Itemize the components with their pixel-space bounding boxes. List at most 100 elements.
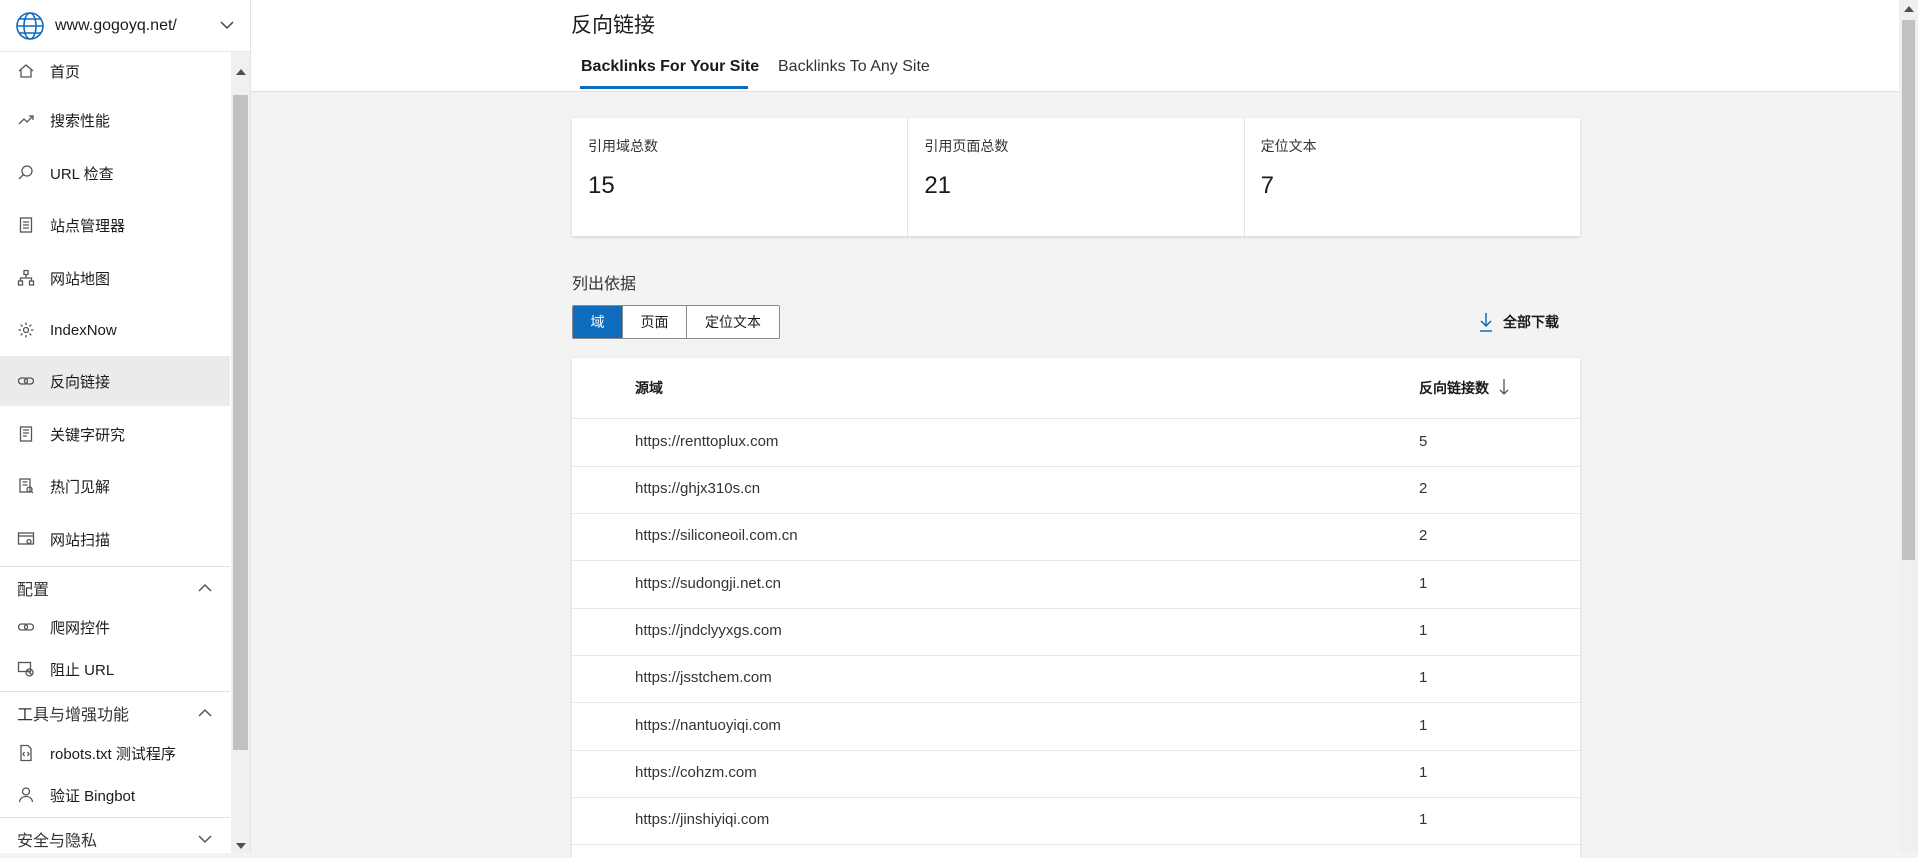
group-config[interactable]: 配置: [0, 567, 230, 609]
chevron-up-icon[interactable]: [196, 579, 214, 597]
list-by-page-button[interactable]: 页面: [623, 306, 687, 338]
download-all-button[interactable]: 全部下载: [1477, 311, 1559, 333]
list-by-anchor-text-button[interactable]: 定位文本: [687, 306, 779, 338]
table-row[interactable]: https://siliconeoil.com.cn 2: [572, 513, 1580, 561]
source-domain-cell: https://ghjx310s.cn: [635, 480, 761, 497]
backlink-count-cell: 2: [1419, 527, 1428, 544]
sidebar-item-recommendations[interactable]: 热门见解: [0, 461, 230, 511]
table-row[interactable]: https://nantuoyiqi.com 1: [572, 703, 1580, 751]
home-icon: [16, 61, 36, 81]
chevron-down-icon[interactable]: [218, 16, 236, 34]
backlink-count-cell: 1: [1419, 575, 1428, 592]
sidebar-item-backlinks[interactable]: 反向链接: [0, 356, 230, 406]
sidebar-item-label: IndexNow: [50, 321, 117, 339]
table-row[interactable]: https://cohzm.com 1: [572, 750, 1580, 798]
bot-icon: [16, 785, 36, 805]
sidebar-item-label: 搜索性能: [50, 112, 111, 130]
link-icon: [16, 371, 36, 391]
scrollbar-thumb[interactable]: [1902, 20, 1915, 560]
sidebar-item-label: 爬网控件: [50, 619, 111, 637]
sidebar-item-crawl-control[interactable]: 爬网控件: [0, 606, 230, 648]
nav-list: 首页 搜索性能 URL 检查 站点管理器 网站地图 IndexNow 反向链接 …: [0, 52, 230, 853]
sidebar-item-verify-bingbot[interactable]: 验证 Bingbot: [0, 774, 230, 816]
download-all-label: 全部下载: [1503, 314, 1559, 330]
group-label: 工具与增强功能: [17, 707, 130, 724]
stat-value: 21: [924, 172, 952, 199]
backlink-count-cell: 1: [1419, 764, 1428, 781]
sidebar-item-label: 反向链接: [50, 373, 111, 391]
stat-label: 引用页面总数: [924, 138, 1009, 154]
source-domain-cell: https://siliconeoil.com.cn: [635, 527, 798, 544]
group-tools[interactable]: 工具与增强功能: [0, 692, 230, 734]
trend-icon: [16, 110, 36, 130]
scan-icon: [16, 529, 36, 549]
sidebar-item-label: 首页: [50, 63, 81, 81]
source-domain-cell: https://sudongji.net.cn: [635, 575, 781, 592]
search-icon: [16, 163, 36, 183]
backlink-count-cell: 1: [1419, 622, 1428, 639]
code-file-icon: [16, 743, 36, 763]
download-icon: [1477, 311, 1495, 333]
scroll-up-arrow-icon[interactable]: [1904, 6, 1914, 12]
group-label: 安全与隐私: [17, 833, 98, 850]
source-domain-cell: https://jinshiyiqi.com: [635, 811, 770, 828]
tab-backlinks-any-site[interactable]: Backlinks To Any Site: [778, 58, 930, 76]
document-icon: [16, 424, 36, 444]
table-row[interactable]: https://jinshiyiqi.com 1: [572, 797, 1580, 845]
stat-label: 引用域总数: [588, 138, 658, 154]
group-security[interactable]: 安全与隐私: [0, 818, 230, 853]
source-domain-cell: https://jsstchem.com: [635, 669, 772, 686]
insight-icon: [16, 476, 36, 496]
sidebar-item-label: 网站扫描: [50, 531, 111, 549]
table-row[interactable]: https://renttoplux.com 5: [572, 419, 1580, 467]
stat-value: 7: [1260, 172, 1275, 199]
stat-referring-domains: 引用域总数 15: [572, 118, 909, 236]
site-selector[interactable]: www.gogoyq.net/: [0, 0, 250, 52]
sidebar-item-sitemaps[interactable]: 网站地图: [0, 253, 230, 303]
column-header-backlink-count[interactable]: 反向链接数: [1419, 378, 1489, 398]
table-row[interactable]: https://sudongji.net.cn 1: [572, 561, 1580, 609]
sidebar-item-label: 验证 Bingbot: [50, 787, 136, 805]
table-row[interactable]: https://jndclyyxgs.com 1: [572, 608, 1580, 656]
sidebar-item-search-performance[interactable]: 搜索性能: [0, 95, 230, 145]
table-row[interactable]: https://ghjx310s.cn 2: [572, 466, 1580, 514]
table-header: 源域 反向链接数: [572, 358, 1580, 419]
source-domain-cell: https://cohzm.com: [635, 764, 757, 781]
sidebar-item-label: 热门见解: [50, 478, 111, 496]
sidebar-item-site-scan[interactable]: 网站扫描: [0, 514, 230, 564]
block-url-icon: [16, 659, 36, 679]
sidebar-item-url-inspection[interactable]: URL 检查: [0, 148, 230, 198]
sidebar-item-label: URL 检查: [50, 165, 114, 183]
sidebar-item-robots-tester[interactable]: robots.txt 测试程序: [0, 732, 230, 774]
chevron-down-icon[interactable]: [196, 830, 214, 848]
stat-label: 定位文本: [1260, 138, 1317, 154]
scroll-up-arrow-icon[interactable]: [236, 69, 246, 75]
column-header-source-domain[interactable]: 源域: [635, 378, 663, 398]
list-by-domain-button[interactable]: 域: [573, 306, 623, 338]
scroll-down-arrow-icon[interactable]: [236, 843, 246, 849]
table-row[interactable]: https://jsstchem.com 1: [572, 655, 1580, 703]
source-domain-cell: https://renttoplux.com: [635, 433, 779, 450]
backlink-count-cell: 1: [1419, 717, 1428, 734]
stat-referring-pages: 引用页面总数 21: [908, 118, 1245, 236]
sidebar-item-label: 站点管理器: [50, 217, 126, 235]
sidebar-item-keyword-research[interactable]: 关键字研究: [0, 409, 230, 459]
sort-descending-icon[interactable]: [1497, 377, 1511, 397]
page-title: 反向链接: [571, 14, 655, 37]
sidebar-item-home[interactable]: 首页: [0, 52, 230, 96]
chevron-up-icon[interactable]: [196, 704, 214, 722]
sidebar-scrollbar[interactable]: [231, 52, 250, 853]
sidebar-item-label: 网站地图: [50, 270, 111, 288]
site-url: www.gogoyq.net/: [55, 16, 177, 34]
scrollbar-thumb[interactable]: [233, 95, 248, 750]
backlinks-table: 源域 反向链接数 https://renttoplux.com 5 https:…: [572, 358, 1580, 858]
sidebar-item-indexnow[interactable]: IndexNow: [0, 305, 230, 355]
stat-anchor-text: 定位文本 7: [1245, 118, 1580, 236]
clipboard-icon: [16, 215, 36, 235]
sidebar-item-block-urls[interactable]: 阻止 URL: [0, 648, 230, 690]
list-by-toggle: 域 页面 定位文本: [572, 305, 780, 339]
list-by-label: 列出依据: [572, 276, 637, 293]
main-scrollbar[interactable]: [1899, 0, 1918, 853]
tab-backlinks-your-site[interactable]: Backlinks For Your Site: [581, 58, 759, 76]
sidebar-item-site-explorer[interactable]: 站点管理器: [0, 200, 230, 250]
